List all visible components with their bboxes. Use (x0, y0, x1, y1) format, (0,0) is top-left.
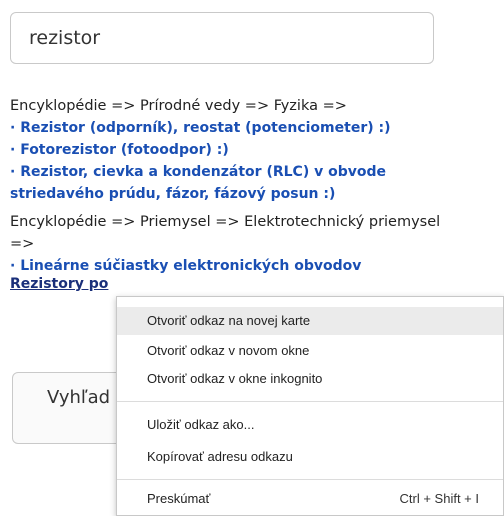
menu-item-label: Preskúmať (147, 491, 211, 506)
result-link[interactable]: · Fotorezistor (fotoodpor) :) (10, 139, 450, 161)
menu-item-inspect[interactable]: Preskúmať Ctrl + Shift + I (117, 485, 503, 513)
search-button-label: Vyhľad (47, 387, 111, 408)
result-link[interactable]: · Lineárne súčiastky elektronických obvo… (10, 255, 450, 273)
menu-item-copy-link[interactable]: Kopírovať adresu odkazu (117, 443, 503, 471)
menu-item-label: Otvoriť odkaz v okne inkognito (147, 371, 323, 386)
result-link[interactable]: Rezistory po (10, 273, 450, 295)
context-menu: Otvoriť odkaz na novej karte Otvoriť odk… (116, 296, 504, 516)
menu-item-open-new-window[interactable]: Otvoriť odkaz v novom okne (117, 337, 503, 365)
menu-item-label: Otvoriť odkaz v novom okne (147, 343, 310, 358)
menu-item-open-new-tab[interactable]: Otvoriť odkaz na novej karte (117, 307, 503, 335)
menu-separator (117, 479, 503, 480)
result-link[interactable]: · Rezistor (odporník), reostat (potencio… (10, 117, 450, 139)
clipped-link-line: · Lineárne súčiastky elektronických obvo… (10, 255, 450, 273)
result-group: Encyklopédie => Prírodné vedy => Fyzika … (10, 95, 450, 205)
breadcrumb: Encyklopédie => Priemysel => Elektrotech… (10, 214, 441, 252)
menu-item-save-link[interactable]: Uložiť odkaz ako... (117, 411, 503, 439)
menu-item-label: Uložiť odkaz ako... (147, 417, 255, 432)
menu-separator (117, 401, 503, 402)
result-group: Encyklopédie => Priemysel => Elektrotech… (10, 211, 450, 295)
menu-item-shortcut: Ctrl + Shift + I (399, 491, 479, 506)
search-box[interactable] (10, 12, 434, 64)
menu-item-label: Kopírovať adresu odkazu (147, 449, 293, 464)
menu-item-open-incognito[interactable]: Otvoriť odkaz v okne inkognito (117, 365, 503, 393)
menu-item-label: Otvoriť odkaz na novej karte (147, 313, 311, 328)
result-link[interactable]: · Rezistor, cievka a kondenzátor (RLC) v… (10, 161, 450, 205)
breadcrumb: Encyklopédie => Prírodné vedy => Fyzika … (10, 98, 347, 114)
search-input[interactable] (29, 23, 409, 53)
results-list: Encyklopédie => Prírodné vedy => Fyzika … (10, 95, 450, 295)
